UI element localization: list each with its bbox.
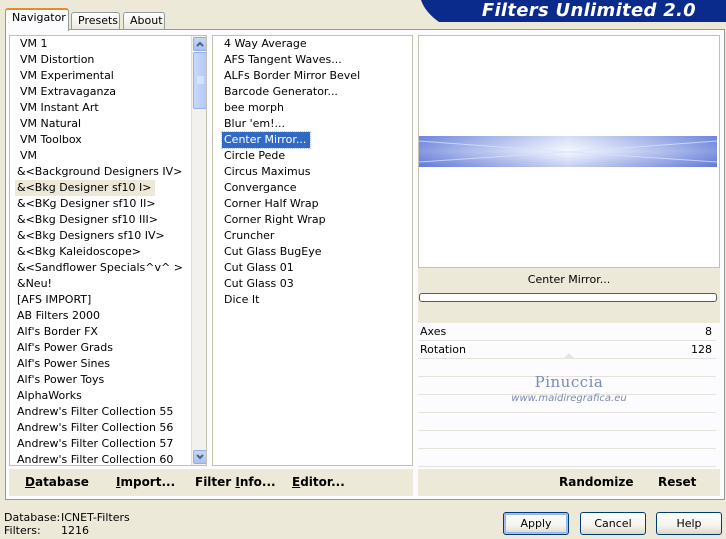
status-info: Database:ICNET-Filters Filters: 1216 xyxy=(4,511,130,537)
category-item[interactable]: Andrew's Filter Collection 55 xyxy=(15,404,190,420)
param-row-empty xyxy=(418,449,716,467)
category-item[interactable]: Andrew's Filter Collection 56 xyxy=(15,420,190,436)
import-button[interactable]: Import... xyxy=(116,469,175,495)
category-item[interactable]: AB Filters 2000 xyxy=(15,308,190,324)
chevron-down-icon xyxy=(196,454,204,460)
param-row-axes[interactable]: Axes 8 xyxy=(418,323,716,341)
param-row-empty xyxy=(418,431,716,449)
filter-item[interactable]: Cut Glass 01 xyxy=(222,260,412,276)
filter-controls-panel: Center Mirror... xyxy=(418,268,720,323)
filters-label: Filters: xyxy=(4,524,41,537)
filters-count: 1216 xyxy=(61,524,89,537)
filter-item[interactable]: Blur 'em!... xyxy=(222,116,412,132)
scroll-up-button[interactable] xyxy=(193,37,206,51)
category-item[interactable]: VM Natural xyxy=(15,116,190,132)
preview-filter-name: Center Mirror... xyxy=(527,273,611,286)
database-value: ICNET-Filters xyxy=(61,511,130,524)
filter-item[interactable]: Cruncher xyxy=(222,228,412,244)
title-banner: Filters Unlimited 2.0 xyxy=(421,0,726,22)
filter-item[interactable]: bee morph xyxy=(222,100,412,116)
right-button-bar: Randomize Reset xyxy=(418,469,720,496)
category-item[interactable]: Alf's Power Grads xyxy=(15,340,190,356)
grip-icon xyxy=(197,76,204,84)
app-title: Filters Unlimited 2.0 xyxy=(481,0,696,21)
category-item[interactable]: &Neu! xyxy=(15,276,190,292)
apply-button[interactable]: Apply xyxy=(503,512,569,535)
category-scrollbar[interactable] xyxy=(191,36,206,465)
database-label: Database: xyxy=(4,511,61,524)
category-item[interactable]: &<Background Designers IV> xyxy=(15,164,190,180)
filter-item[interactable]: Circus Maximus xyxy=(222,164,412,180)
help-button[interactable]: Help xyxy=(656,512,722,535)
category-item[interactable]: VM 1 xyxy=(15,36,190,52)
category-item[interactable]: Alf's Power Toys xyxy=(15,372,190,388)
category-item[interactable]: &<Sandflower Specials^v^ > xyxy=(15,260,190,276)
chevron-up-icon xyxy=(196,41,204,47)
filter-item[interactable]: Convergance xyxy=(222,180,412,196)
category-item[interactable]: VM Extravaganza xyxy=(15,84,190,100)
category-item[interactable]: &<Bkg Designers sf10 IV> xyxy=(15,228,190,244)
category-item[interactable]: Andrew's Filter Collection 57 xyxy=(15,436,190,452)
filter-item[interactable]: 4 Way Average xyxy=(222,36,412,52)
category-item[interactable]: Alf's Border FX xyxy=(15,324,190,340)
watermark-title: Pinuccia xyxy=(534,373,604,391)
tab-about[interactable]: About xyxy=(123,12,165,30)
category-item[interactable]: Andrew's Filter Collection 60 xyxy=(15,452,190,465)
cancel-button[interactable]: Cancel xyxy=(580,512,646,535)
randomize-button[interactable]: Randomize xyxy=(559,469,633,495)
category-item[interactable]: [AFS IMPORT] xyxy=(15,292,190,308)
param-row-rotation[interactable]: Rotation 128 xyxy=(418,341,716,359)
category-item[interactable]: VM Distortion xyxy=(15,52,190,68)
reset-button[interactable]: Reset xyxy=(658,469,696,495)
param-value: 8 xyxy=(705,325,712,338)
category-item[interactable]: VM Experimental xyxy=(15,68,190,84)
filter-info-button[interactable]: Filter Info... xyxy=(195,469,276,495)
category-item[interactable]: AlphaWorks xyxy=(15,388,190,404)
filter-list[interactable]: 4 Way Average AFS Tangent Waves... ALFs Bo… xyxy=(212,35,413,466)
category-item[interactable]: Alf's Power Sines xyxy=(15,356,190,372)
parameter-panel: Axes 8 Rotation 128 Pinuccia www.maidire… xyxy=(418,323,720,467)
category-item[interactable]: VM Toolbox xyxy=(15,132,190,148)
category-item[interactable]: &<Bkg Kaleidoscope> xyxy=(15,244,190,260)
preview-image xyxy=(418,35,720,268)
left-button-bar: Database Import... Filter Info... Editor… xyxy=(9,469,413,496)
filter-item[interactable]: AFS Tangent Waves... xyxy=(222,52,412,68)
filter-item[interactable]: Circle Pede xyxy=(222,148,412,164)
category-list[interactable]: VM 1 VM Distortion VM Experimental VM Extra… xyxy=(9,35,207,466)
param-label: Axes xyxy=(420,325,447,338)
filter-item[interactable]: Corner Right Wrap xyxy=(222,212,412,228)
param-label: Rotation xyxy=(420,343,467,356)
editor-button[interactable]: Editor... xyxy=(292,469,345,495)
category-item[interactable]: VM xyxy=(15,148,190,164)
filter-item[interactable]: Cut Glass BugEye xyxy=(222,244,412,260)
filter-item[interactable]: Corner Half Wrap xyxy=(222,196,412,212)
filter-item[interactable]: ALFs Border Mirror Bevel xyxy=(222,68,412,84)
watermark-url: www.maidiregrafica.eu xyxy=(511,393,627,404)
param-value: 128 xyxy=(691,343,712,356)
tab-presets[interactable]: Presets xyxy=(71,12,120,30)
category-item[interactable]: VM Instant Art xyxy=(15,100,190,116)
filter-item[interactable]: Center Mirror... xyxy=(220,131,312,149)
category-item[interactable]: &<Bkg Designer sf10 I> xyxy=(15,180,155,196)
filter-item[interactable]: Dice It xyxy=(222,292,412,308)
progress-bar xyxy=(419,293,717,302)
category-item[interactable]: &<BKg Designer sf10 II> xyxy=(15,196,190,212)
filter-item[interactable]: Barcode Generator... xyxy=(222,84,412,100)
preview-strip xyxy=(418,136,718,167)
scroll-thumb[interactable] xyxy=(193,52,206,109)
scroll-down-button[interactable] xyxy=(193,450,206,464)
filter-item[interactable]: Cut Glass 03 xyxy=(222,276,412,292)
tab-navigator[interactable]: Navigator xyxy=(5,8,69,31)
database-button[interactable]: Database xyxy=(25,469,89,495)
category-item[interactable]: &<Bkg Designer sf10 III> xyxy=(15,212,190,228)
param-row-empty xyxy=(418,413,716,431)
